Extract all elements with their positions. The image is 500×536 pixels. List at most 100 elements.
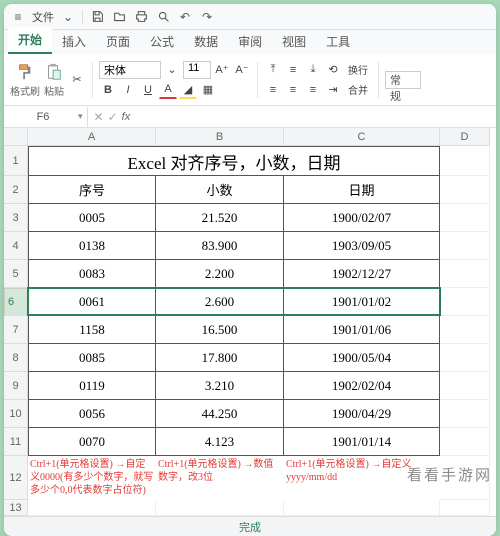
cell[interactable]: 1901/01/06 [284,316,440,344]
cell[interactable]: 0070 [28,428,156,456]
tab-insert[interactable]: 插入 [52,29,96,54]
cell[interactable]: 1903/09/05 [284,232,440,260]
cell[interactable]: 0085 [28,344,156,372]
col-header-b[interactable]: B [156,128,284,146]
number-format-select[interactable]: 常规 [385,71,421,89]
cell[interactable]: 0061 [28,288,156,316]
cell[interactable]: 0138 [28,232,156,260]
cell[interactable] [440,344,490,372]
cell[interactable]: 17.800 [156,344,284,372]
border-icon[interactable]: ▦ [199,81,217,99]
cell[interactable] [28,500,156,516]
cut-icon[interactable]: ✂ [68,71,86,89]
align-left-icon[interactable]: ≡ [264,81,282,99]
cell[interactable]: 44.250 [156,400,284,428]
table-header[interactable]: 日期 [284,176,440,204]
cell[interactable]: 1158 [28,316,156,344]
cell[interactable]: 83.900 [156,232,284,260]
tab-page[interactable]: 页面 [96,29,140,54]
redo-icon[interactable]: ↷ [199,9,215,25]
table-header[interactable]: 序号 [28,176,156,204]
cell[interactable] [440,176,490,204]
preview-icon[interactable] [155,9,171,25]
row-header[interactable]: 6 [4,288,28,316]
cell[interactable] [440,146,490,176]
row-header[interactable]: 9 [4,372,28,400]
spreadsheet-grid[interactable]: A B C D 1 Excel 对齐序号，小数，日期 2 序号 小数 日期 3 … [4,128,496,516]
tab-formula[interactable]: 公式 [140,29,184,54]
row-header[interactable]: 11 [4,428,28,456]
cell[interactable]: 0119 [28,372,156,400]
hamburger-icon[interactable]: ≡ [10,9,26,25]
sheet-title[interactable]: Excel 对齐序号，小数，日期 [28,146,440,176]
cell[interactable] [440,204,490,232]
col-header-a[interactable]: A [28,128,156,146]
cell[interactable] [440,428,490,456]
row-header[interactable]: 2 [4,176,28,204]
cell[interactable]: 2.600 [156,288,284,316]
col-header-c[interactable]: C [284,128,440,146]
orientation-icon[interactable]: ⟲ [324,61,342,79]
row-header[interactable]: 5 [4,260,28,288]
cell[interactable] [440,260,490,288]
col-header-d[interactable]: D [440,128,490,146]
cell[interactable]: 0056 [28,400,156,428]
tab-view[interactable]: 视图 [272,29,316,54]
cell[interactable] [440,500,490,516]
undo-icon[interactable]: ↶ [177,9,193,25]
folder-icon[interactable] [111,9,127,25]
bold-icon[interactable]: B [99,81,117,99]
increase-font-icon[interactable]: A⁺ [213,61,231,79]
align-middle-icon[interactable]: ≡ [284,61,302,79]
cell[interactable] [156,500,284,516]
row-header[interactable]: 8 [4,344,28,372]
accept-formula-icon[interactable]: ✓ [108,110,118,124]
cancel-formula-icon[interactable]: ✕ [94,110,104,124]
align-right-icon[interactable]: ≡ [304,81,322,99]
row-header[interactable]: 3 [4,204,28,232]
cell[interactable]: 1902/02/04 [284,372,440,400]
cell[interactable]: 21.520 [156,204,284,232]
format-painter-button[interactable]: 格式刷 [10,62,40,98]
cell[interactable] [440,456,490,500]
select-all-corner[interactable] [4,128,28,146]
paste-button[interactable]: 粘贴 [44,62,64,98]
cell[interactable]: 4.123 [156,428,284,456]
row-header[interactable]: 1 [4,146,28,176]
namebox-dropdown-icon[interactable]: ▾ [78,111,83,122]
underline-icon[interactable]: U [139,81,157,99]
tab-data[interactable]: 数据 [184,29,228,54]
align-top-icon[interactable]: ⤒ [264,61,282,79]
name-box[interactable] [8,107,78,127]
row-header[interactable]: 13 [4,500,28,516]
cell[interactable]: 1900/05/04 [284,344,440,372]
align-center-icon[interactable]: ≡ [284,81,302,99]
tab-home[interactable]: 开始 [8,27,52,54]
fx-icon[interactable]: fx [122,111,131,123]
row-header[interactable]: 4 [4,232,28,260]
cell[interactable]: 3.210 [156,372,284,400]
row-header[interactable]: 7 [4,316,28,344]
italic-icon[interactable]: I [119,81,137,99]
file-menu[interactable]: 文件 [32,9,54,25]
table-header[interactable]: 小数 [156,176,284,204]
dropdown-icon[interactable]: ⌄ [60,9,76,25]
indent-icon[interactable]: ⇥ [324,81,342,99]
row-header[interactable]: 10 [4,400,28,428]
cell[interactable]: 1900/02/07 [284,204,440,232]
font-size-select[interactable]: 11 [183,61,211,79]
merge-button[interactable]: 合并 [344,81,372,99]
tab-review[interactable]: 审阅 [228,29,272,54]
cell[interactable] [440,288,490,316]
row-header[interactable]: 12 [4,456,28,500]
cell[interactable]: 2.200 [156,260,284,288]
tab-tools[interactable]: 工具 [316,29,360,54]
wrap-text-button[interactable]: 换行 [344,61,372,79]
fill-color-icon[interactable]: ◢ [179,81,197,99]
font-dropdown-icon[interactable]: ⌄ [163,61,181,79]
cell[interactable] [440,232,490,260]
cell[interactable] [440,372,490,400]
cell[interactable]: 0005 [28,204,156,232]
formula-input[interactable] [134,108,490,126]
save-icon[interactable] [89,9,105,25]
